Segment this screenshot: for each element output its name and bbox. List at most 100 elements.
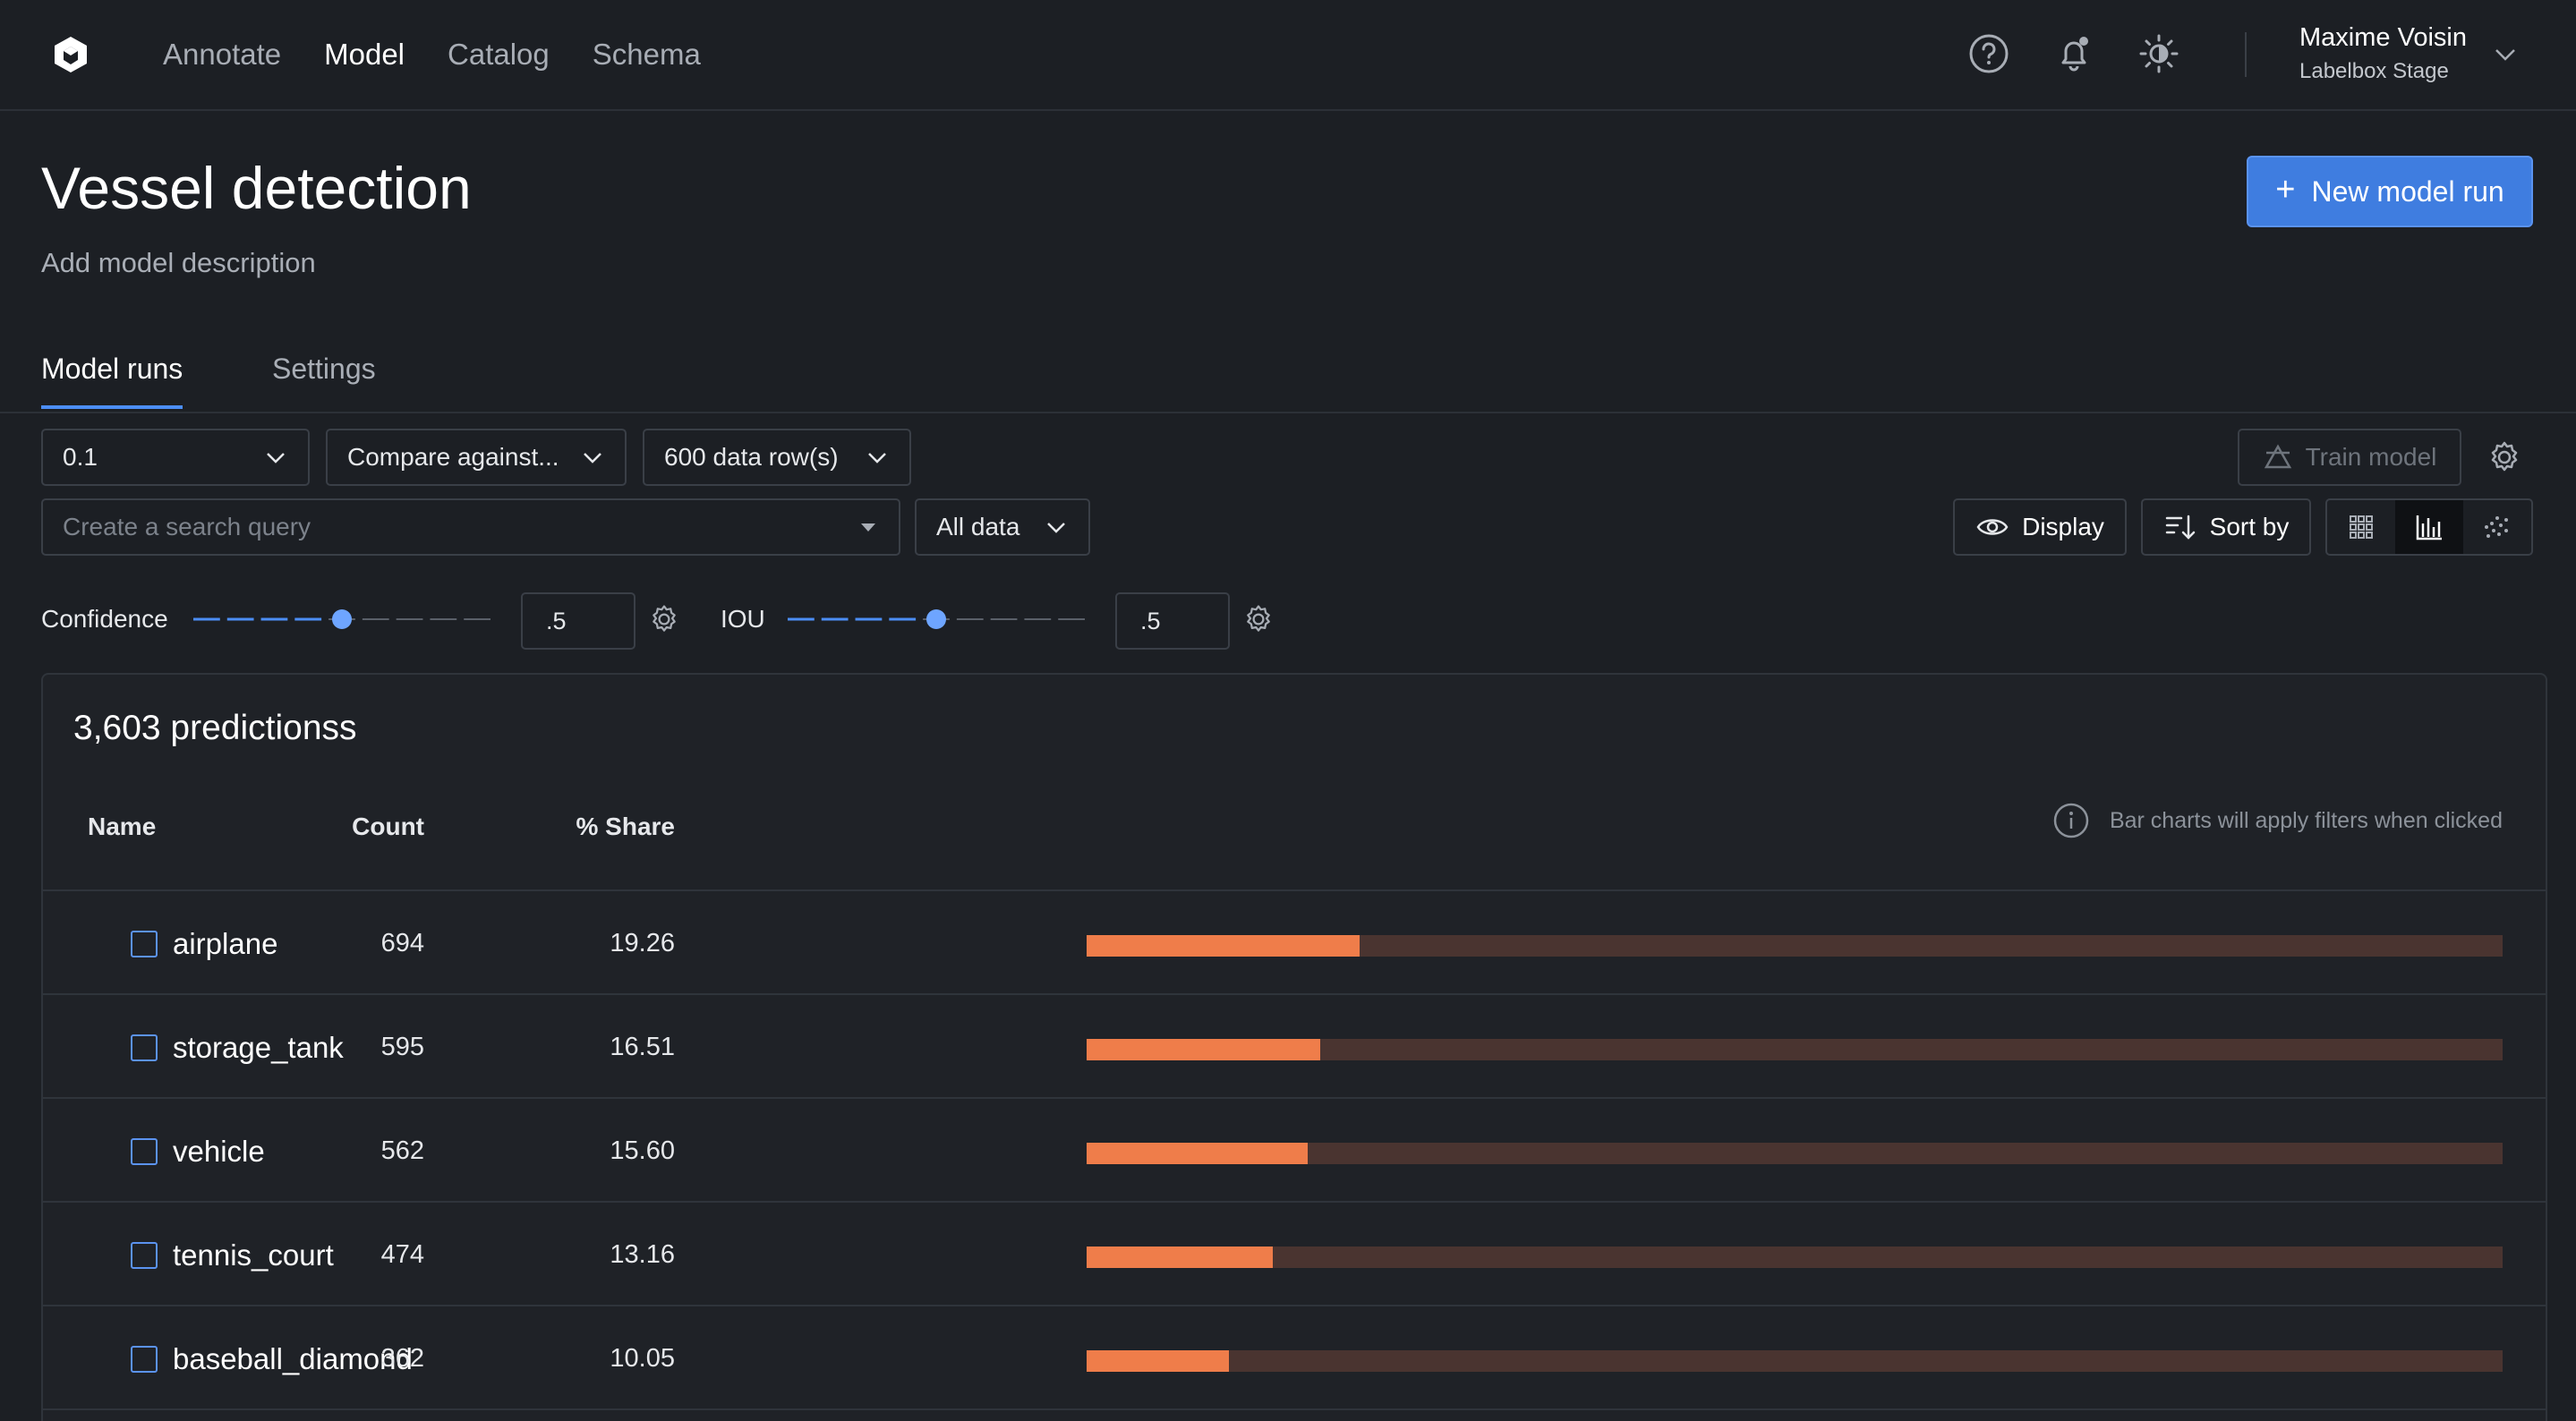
sort-icon [2165,515,2195,540]
grid-view-option[interactable] [2327,500,2395,554]
notification-bell-icon[interactable] [2051,30,2097,77]
top-navigation: Annotate Model Catalog Schema Maxime Voi… [0,0,2576,111]
confidence-slider[interactable] [188,601,496,637]
predictions-card: 3,603 predictionss Name Count % Share Ba… [41,673,2547,1421]
class-count: 595 [380,1033,424,1061]
row-checkbox[interactable] [131,1346,158,1373]
class-name: storage_tank [173,1031,344,1064]
table-row[interactable]: tennis_court 474 13.16 [43,1203,2546,1306]
caret-down-icon[interactable] [857,516,879,538]
iou-value-input[interactable]: .5 [1115,592,1230,650]
model-run-version-select[interactable]: 0.1 [41,429,310,486]
nav-link-annotate[interactable]: Annotate [163,38,281,72]
compare-against-select[interactable]: Compare against... [326,429,627,486]
row-checkbox[interactable] [131,1242,158,1269]
share-bar[interactable] [1087,935,2503,957]
confidence-settings-gear-icon[interactable] [648,603,680,635]
view-mode-toggle [2325,498,2533,556]
sort-by-label: Sort by [2209,513,2290,540]
train-model-icon [2264,444,2291,469]
chevron-down-icon [584,453,601,464]
nav-link-schema[interactable]: Schema [593,38,701,72]
gear-icon[interactable] [2486,439,2522,475]
chevron-down-icon [868,453,886,464]
class-name: airplane [173,927,278,960]
plus-icon: + [2275,171,2296,208]
column-header-name[interactable]: Name [88,813,156,841]
display-button[interactable]: Display [1953,498,2127,556]
grid-view-icon [2350,515,2373,539]
class-share: 10.05 [610,1344,675,1373]
sort-by-button[interactable]: Sort by [2141,498,2311,556]
class-name: tennis_court [173,1238,334,1272]
share-bar[interactable] [1087,1247,2503,1268]
confidence-label: Confidence [41,605,168,633]
iou-settings-gear-icon[interactable] [1242,603,1275,635]
chart-view-icon [2416,515,2442,540]
row-checkbox[interactable] [131,1138,158,1165]
share-bar-fill [1087,1143,1308,1164]
help-icon[interactable] [1966,30,2012,77]
class-share: 19.26 [610,929,675,957]
model-description[interactable]: Add model description [41,247,316,279]
table-row[interactable]: baseball_diamond 362 10.05 [43,1306,2546,1410]
new-model-run-label: New model run [2311,174,2504,208]
class-count: 474 [380,1240,424,1269]
nav-link-model[interactable]: Model [324,38,405,72]
class-share: 13.16 [610,1240,675,1269]
class-count: 362 [380,1344,424,1373]
share-bar-fill [1087,1247,1274,1268]
theme-toggle-icon[interactable] [2136,30,2182,77]
chevron-down-icon [267,453,285,464]
class-count: 562 [380,1136,424,1165]
table-row[interactable]: airplane 694 19.26 [43,891,2546,995]
share-bar-fill [1087,935,1360,957]
class-name: baseball_diamond [173,1342,413,1375]
table-row[interactable]: vehicle 562 15.60 [43,1099,2546,1203]
train-model-button[interactable]: Train model [2238,429,2461,486]
filter-value: All data [936,513,1020,540]
new-model-run-button[interactable]: + New model run [2247,156,2533,227]
nav-link-catalog[interactable]: Catalog [448,38,550,72]
row-checkbox[interactable] [131,1034,158,1061]
share-bar[interactable] [1087,1039,2503,1060]
bar-chart-hint-text: Bar charts will apply filters when click… [2109,807,2503,833]
share-bar[interactable] [1087,1143,2503,1164]
data-rows-value: 600 data row(s) [664,443,839,471]
tab-bar: Model runs Settings [0,340,2576,413]
column-header-share[interactable]: % Share [576,813,676,841]
class-share: 15.60 [610,1136,675,1165]
chevron-down-icon[interactable] [2492,41,2519,68]
train-model-label: Train model [2305,443,2437,471]
slider-thumb[interactable] [926,609,946,629]
bar-chart-hint: Bar charts will apply filters when click… [2052,802,2503,839]
share-bar-fill [1087,1350,1229,1372]
data-rows-select[interactable]: 600 data row(s) [643,429,911,486]
search-query-input[interactable]: Create a search query [41,498,900,556]
nav-separator [2245,32,2247,77]
table-row[interactable]: storage_tank 595 16.51 [43,995,2546,1099]
iou-label: IOU [721,605,765,633]
confidence-value-input[interactable]: .5 [521,592,635,650]
share-bar-fill [1087,1039,1321,1060]
tab-settings[interactable]: Settings [272,353,376,405]
share-bar[interactable] [1087,1350,2503,1372]
row-checkbox[interactable] [131,931,158,957]
display-label: Display [2022,513,2104,540]
slider-thumb[interactable] [332,609,352,629]
labelbox-logo-icon[interactable] [50,34,91,75]
data-filter-select[interactable]: All data [915,498,1090,556]
info-icon [2053,803,2089,838]
scatter-view-option[interactable] [2463,500,2531,554]
search-placeholder: Create a search query [63,513,311,540]
column-header-count[interactable]: Count [352,813,424,841]
predictions-count-title: 3,603 predictionss [73,709,357,747]
chart-view-option[interactable] [2395,500,2463,554]
scatter-view-icon [2485,516,2508,538]
chevron-down-icon [1047,523,1065,533]
iou-slider[interactable] [782,601,1090,637]
tab-model-runs[interactable]: Model runs [41,353,183,409]
main-nav-links: Annotate Model Catalog Schema [163,0,701,109]
class-name: vehicle [173,1135,265,1168]
user-name[interactable]: Maxime Voisin [2299,23,2467,53]
